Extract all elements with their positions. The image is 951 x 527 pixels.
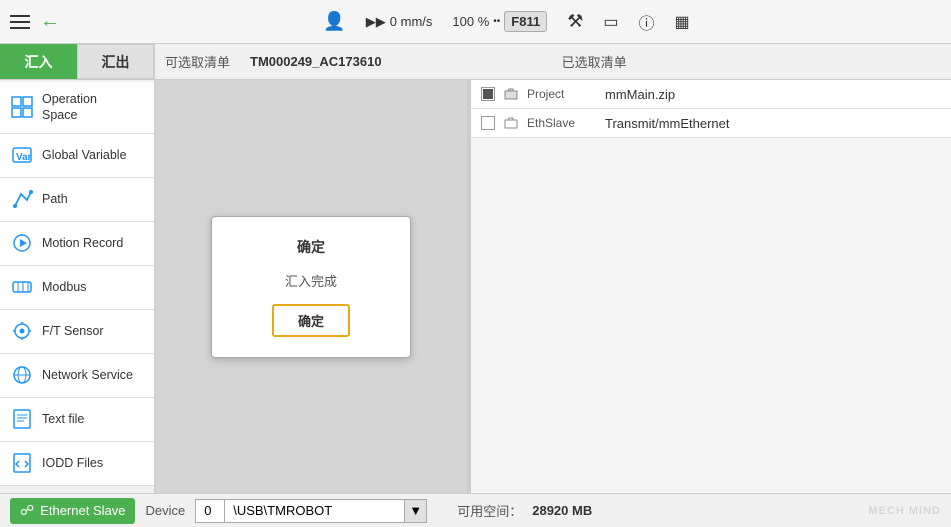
sidebar-item-label: OperationSpace [42, 91, 97, 124]
speed-status: ▶▶ 0 mm/s [366, 14, 433, 30]
motion-icon [10, 231, 34, 255]
file-checkbox-project[interactable] [481, 87, 495, 101]
left-panel: 确定 汇入完成 确定 [155, 80, 467, 493]
branch-icon: ⚒ [567, 11, 583, 32]
tab-export[interactable]: 汇出 [77, 44, 154, 79]
chevron-down-icon: ▼ [409, 503, 422, 518]
grid-icon: ▦ [675, 12, 690, 32]
ethernet-slave-label: Ethernet Slave [40, 503, 125, 518]
mech-mind-logo: MECH MIND [868, 505, 941, 517]
sidebar-item-label: Global Variable [42, 147, 127, 163]
iodd-icon [10, 451, 34, 475]
file-list: Project mmMain.zip EthSlave Transmit/mmE… [471, 80, 951, 493]
path-icon [10, 187, 34, 211]
ethernet-icon: ☍ [20, 502, 34, 519]
device-number: 0 [195, 499, 225, 523]
right-panel: Project mmMain.zip EthSlave Transmit/mmE… [471, 80, 951, 493]
file-name-2: Transmit/mmEthernet [605, 116, 730, 131]
sidebar-item-label: Modbus [42, 279, 86, 295]
person-icon: 👤 [323, 11, 345, 32]
robot-status: 👤 [323, 11, 345, 32]
sidebar-item-modbus[interactable]: Modbus [0, 266, 154, 310]
dialog-box: 确定 汇入完成 确定 [211, 216, 411, 358]
sidebar-item-label: Network Service [42, 367, 133, 383]
dialog-message: 汇入完成 [285, 271, 337, 290]
content-header: 可选取清单 TM000249_AC173610 已选取清单 [155, 44, 951, 80]
info-icon: ⓘ [638, 10, 654, 34]
sidebar-item-network-service[interactable]: Network Service [0, 354, 154, 398]
sidebar-item-label: F/T Sensor [42, 323, 104, 339]
sidebar-item-ft-sensor[interactable]: F/T Sensor [0, 310, 154, 354]
topbar: ← 👤 ▶▶ 0 mm/s 100 % •• F811 ⚒ ▭ ⓘ ▦ [0, 0, 951, 44]
device-label: Device [145, 503, 185, 518]
space-value: 28920 MB [532, 503, 592, 518]
sidebar-item-label: Path [42, 191, 68, 207]
dialog-overlay: 确定 汇入完成 确定 [155, 80, 467, 493]
text-icon [10, 407, 34, 431]
speed-value: 0 mm/s [390, 14, 433, 29]
percent-value: 100 % [452, 14, 489, 29]
network-status-icon: ⚒ [567, 11, 583, 32]
sidebar-item-global-variable[interactable]: Var Global Variable [0, 134, 154, 178]
sidebar-items-list: OperationSpace Var Global Variable [0, 80, 154, 493]
sidebar-item-label: Motion Record [42, 235, 123, 251]
bottombar: ☍ Ethernet Slave Device 0 \USB\TMROBOT ▼… [0, 493, 951, 527]
folder-icon [503, 86, 519, 102]
speed-icon: ▶▶ [366, 14, 386, 30]
file-category: Project [527, 87, 597, 101]
sidebar-tabs: 汇入 汇出 [0, 44, 154, 80]
dialog-title: 确定 [297, 237, 325, 257]
var-icon: Var [10, 143, 34, 167]
sidebar-item-iodd-files[interactable]: IODD Files [0, 442, 154, 486]
sidebar-item-label: Text file [42, 411, 84, 427]
content-panels: 确定 汇入完成 确定 [155, 80, 951, 493]
file-category-2: EthSlave [527, 116, 597, 130]
grid-icon [10, 95, 34, 119]
ethernet-slave-button[interactable]: ☍ Ethernet Slave [10, 498, 135, 524]
modbus-icon [10, 275, 34, 299]
sidebar: 汇入 汇出 OperationSpace [0, 44, 155, 493]
selectable-list-label: 可选取清单 [165, 52, 230, 71]
monitor-icon: ▭ [603, 12, 618, 32]
file-item-project: Project mmMain.zip [471, 80, 951, 109]
info-icon-btn[interactable]: ⓘ [638, 10, 654, 34]
menu-button[interactable] [10, 15, 30, 29]
sidebar-item-operation-space[interactable]: OperationSpace [0, 82, 154, 134]
folder-icon-2 [503, 115, 519, 131]
selected-list-label: 已选取清单 [562, 52, 627, 71]
main-layout: 汇入 汇出 OperationSpace [0, 44, 951, 493]
record-id: TM000249_AC173610 [250, 54, 382, 69]
dialog-confirm-button[interactable]: 确定 [272, 304, 350, 337]
sidebar-item-text-file[interactable]: Text file [0, 398, 154, 442]
grid-icon-btn[interactable]: ▦ [675, 12, 690, 32]
sidebar-item-path[interactable]: Path [0, 178, 154, 222]
sidebar-item-motion-record[interactable]: Motion Record [0, 222, 154, 266]
back-button[interactable]: ← [40, 10, 60, 33]
device-path: \USB\TMROBOT [225, 499, 405, 523]
file-checkbox-ethslave[interactable] [481, 116, 495, 130]
svg-text:Var: Var [16, 152, 32, 163]
f811-badge: F811 [504, 11, 547, 32]
space-label: 可用空间： [457, 501, 522, 520]
file-item-ethslave: EthSlave Transmit/mmEthernet [471, 109, 951, 138]
content-area: 可选取清单 TM000249_AC173610 已选取清单 确定 汇入完成 确定 [155, 44, 951, 493]
percent-status: 100 % •• F811 [452, 11, 547, 32]
network-icon [10, 363, 34, 387]
dots-icon: •• [493, 16, 500, 27]
sidebar-item-label: IODD Files [42, 455, 103, 471]
device-select: 0 \USB\TMROBOT ▼ [195, 499, 427, 523]
sensor-icon [10, 319, 34, 343]
tab-import[interactable]: 汇入 [0, 44, 77, 79]
file-name: mmMain.zip [605, 87, 675, 102]
device-dropdown-button[interactable]: ▼ [405, 499, 427, 523]
screen-icon-btn[interactable]: ▭ [603, 12, 618, 32]
